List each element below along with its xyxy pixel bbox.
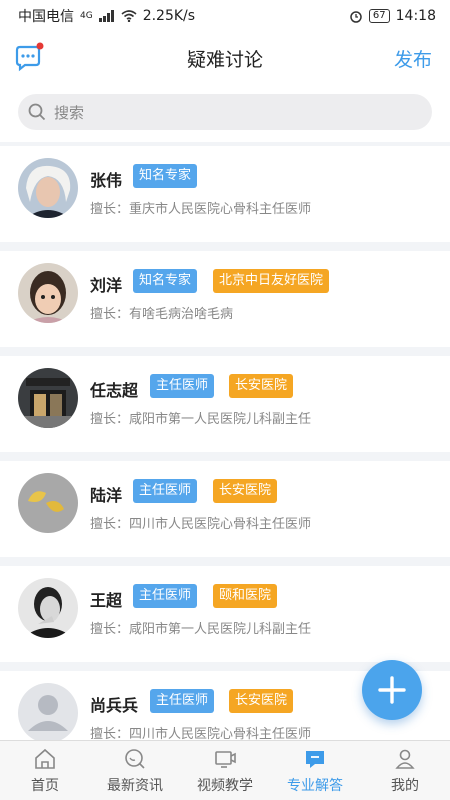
- hospital-badge: 长安医院: [229, 374, 294, 398]
- tab-label: 我的: [391, 777, 419, 794]
- avatar: [18, 578, 78, 638]
- tab-profile[interactable]: 我的: [360, 741, 450, 800]
- network-speed: 2.25K/s: [142, 8, 196, 24]
- news-icon: [125, 748, 145, 769]
- expert-name: 陆洋: [90, 486, 123, 505]
- expert-name: 任志超: [90, 381, 139, 400]
- list-item[interactable]: 张伟 知名专家 擅长：重庆市人民医院心骨科主任医师: [0, 146, 450, 242]
- title-badge: 知名专家: [133, 269, 198, 293]
- expert-name: 张伟: [90, 171, 123, 190]
- tab-news[interactable]: 最新资讯: [90, 741, 180, 800]
- search-input[interactable]: 搜索: [18, 94, 432, 130]
- expert-specialty: 擅长：咸阳市第一人民医院儿科副主任: [90, 412, 312, 427]
- expert-specialty: 擅长：咸阳市第一人民医院儿科副主任: [90, 622, 312, 637]
- expert-specialty: 擅长：四川市人民医院心骨科主任医师: [90, 517, 312, 532]
- tab-home[interactable]: 首页: [0, 741, 90, 800]
- tab-answers[interactable]: 专业解答: [270, 741, 360, 800]
- title-badge: 主任医师: [150, 689, 215, 713]
- plus-icon: [378, 676, 406, 704]
- network-type: 4G: [80, 11, 93, 21]
- bottom-tab-bar: 首页 最新资讯 视频教学 专业解答 我的: [0, 740, 450, 800]
- battery-indicator: 67: [368, 9, 390, 23]
- avatar: [18, 263, 78, 323]
- hospital-badge: 长安医院: [213, 479, 278, 503]
- home-icon: [35, 748, 55, 769]
- top-navbar: 疑难讨论 发布: [0, 32, 450, 84]
- status-bar: 中国电信 4G 2.25K/s 67 14:18: [0, 0, 450, 32]
- list-item[interactable]: 王超 主任医师 颐和医院 擅长：咸阳市第一人民医院儿科副主任: [0, 566, 450, 662]
- expert-name: 刘洋: [90, 276, 123, 295]
- tab-label: 视频教学: [197, 777, 253, 794]
- expert-name: 王超: [90, 591, 123, 610]
- alarm-icon: [350, 11, 362, 23]
- tab-label: 专业解答: [287, 777, 343, 794]
- expert-name: 尚兵兵: [90, 696, 139, 715]
- title-badge: 主任医师: [133, 479, 198, 503]
- hospital-badge: 长安医院: [229, 689, 294, 713]
- signal-icon: [98, 10, 114, 22]
- carrier-label: 中国电信: [18, 9, 74, 25]
- list-item[interactable]: 刘洋 知名专家 北京中日友好医院 擅长：有啥毛病治啥毛病: [0, 251, 450, 347]
- avatar: [18, 683, 78, 743]
- page-title: 疑难讨论: [186, 48, 263, 71]
- avatar: [18, 158, 78, 218]
- clock: 14:18: [395, 8, 436, 24]
- add-button[interactable]: [362, 660, 422, 720]
- title-badge: 主任医师: [133, 584, 198, 608]
- profile-icon: [395, 749, 415, 769]
- title-badge: 主任医师: [150, 374, 215, 398]
- wifi-icon: [121, 10, 137, 22]
- publish-button[interactable]: 发布: [394, 45, 432, 72]
- search-bar: 搜索: [0, 84, 450, 142]
- expert-specialty: 擅长：重庆市人民医院心骨科主任医师: [90, 202, 312, 217]
- tab-label: 最新资讯: [107, 777, 163, 794]
- video-icon: [215, 750, 236, 768]
- avatar: [18, 473, 78, 533]
- avatar: [18, 368, 78, 428]
- list-item[interactable]: 任志超 主任医师 长安医院 擅长：咸阳市第一人民医院儿科副主任: [0, 356, 450, 452]
- expert-specialty: 擅长：有啥毛病治啥毛病: [90, 307, 234, 322]
- list-item[interactable]: 陆洋 主任医师 长安医院 擅长：四川市人民医院心骨科主任医师: [0, 461, 450, 557]
- answer-icon: [306, 750, 324, 768]
- chat-icon[interactable]: [12, 42, 44, 74]
- tab-video[interactable]: 视频教学: [180, 741, 270, 800]
- search-placeholder: 搜索: [54, 103, 85, 122]
- hospital-badge: 北京中日友好医院: [213, 269, 330, 293]
- title-badge: 知名专家: [133, 164, 198, 188]
- tab-label: 首页: [31, 777, 59, 794]
- hospital-badge: 颐和医院: [213, 584, 278, 608]
- search-icon: [28, 103, 46, 121]
